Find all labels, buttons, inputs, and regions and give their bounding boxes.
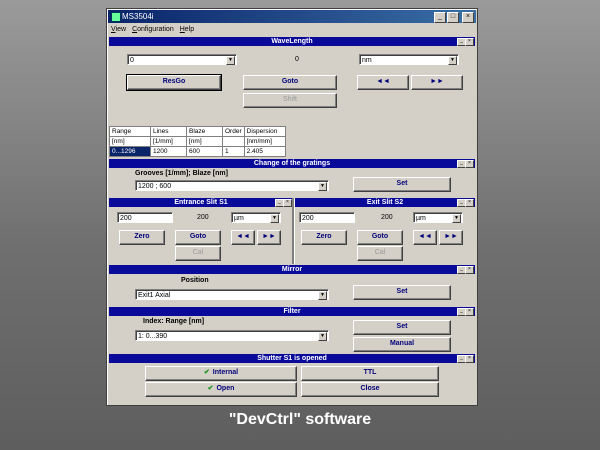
chevron-down-icon[interactable]: ▼	[318, 332, 327, 341]
grating-set-button[interactable]: Set	[353, 177, 451, 192]
wavelength-current-value: 0	[295, 56, 299, 63]
mirror-position-label: Position	[181, 277, 209, 284]
table-header-cell: Order	[222, 126, 245, 137]
entrance-slit-title: Entrance Slit S1	[109, 198, 293, 207]
table-cell[interactable]: 0...1296	[109, 146, 151, 157]
chevron-down-icon[interactable]: ▼	[318, 182, 327, 191]
entrance-rewind-button[interactable]: ◄◄	[231, 230, 255, 245]
checkmark-icon: ✔	[207, 385, 214, 392]
menu-view[interactable]: View	[111, 24, 126, 35]
entrance-slit-input[interactable]: 200	[117, 212, 173, 223]
wavelength-forward-button[interactable]: ►►	[411, 75, 463, 90]
shutter-title: Shutter S1 is opened	[109, 354, 475, 363]
entrance-zero-button[interactable]: Zero	[119, 230, 165, 245]
entrance-forward-button[interactable]: ►►	[257, 230, 281, 245]
exit-forward-button[interactable]: ►►	[439, 230, 463, 245]
filter-select[interactable]: 1: 0...390 ▼	[135, 330, 329, 341]
chevron-down-icon[interactable]: ▼	[452, 214, 461, 223]
minimize-button[interactable]: _	[434, 12, 446, 23]
menu-bar: View Configuration Help	[109, 24, 475, 35]
wavelength-rewind-button[interactable]: ◄◄	[357, 75, 409, 90]
shutter-internal-button[interactable]: ✔ Internal	[145, 366, 297, 381]
exit-slit-title: Exit Slit S2	[295, 198, 475, 207]
filter-panel: Filter _ × Index: Range [nm] 1: 0...390 …	[109, 307, 475, 355]
gratings-panel: Change of the gratings _ × Grooves [1/mm…	[109, 159, 475, 196]
table-cell[interactable]: 2.405	[243, 146, 286, 157]
panel-close-icon[interactable]: ×	[465, 355, 474, 363]
grooves-label: Grooves [1/mm]; Blaze [nm]	[135, 170, 228, 177]
panel-close-icon[interactable]: ×	[465, 308, 474, 316]
exit-slit-unit-select[interactable]: µm ▼	[413, 212, 463, 223]
menu-configuration[interactable]: Configuration	[132, 24, 174, 35]
window-title: MS3504i	[122, 12, 154, 21]
shift-button[interactable]: Shift	[243, 93, 337, 108]
panel-close-icon[interactable]: ×	[465, 160, 474, 168]
panel-close-icon[interactable]: ×	[465, 38, 474, 46]
shutter-open-button[interactable]: ✔ Open	[145, 382, 297, 397]
table-cell[interactable]: 1	[222, 146, 245, 157]
app-window: MS3504i _ □ × View Configuration Help Wa…	[106, 8, 478, 406]
table-unit-cell: [nm/mm]	[243, 136, 286, 147]
panel-close-icon[interactable]: ×	[465, 266, 474, 274]
wavelength-title: WaveLength	[109, 37, 475, 46]
mirror-position-select[interactable]: Exit1 Axial ▼	[135, 289, 329, 300]
table-row[interactable]: 0...1296 1200 600 1 2.405	[109, 146, 286, 157]
close-button[interactable]: ×	[462, 12, 474, 23]
wavelength-goto-button[interactable]: Goto	[243, 75, 337, 90]
mirror-panel: Mirror _ × Position Exit1 Axial ▼ Set	[109, 265, 475, 305]
wavelength-input[interactable]: 0 ▼	[127, 54, 237, 65]
wavelength-panel: WaveLength _ × 0 ▼ 0 nm ▼ ResGo Goto ◄◄ …	[109, 37, 475, 119]
resgo-button[interactable]: ResGo	[126, 74, 222, 91]
panel-close-icon[interactable]: ×	[283, 199, 292, 207]
shutter-panel: Shutter S1 is opened _ × ✔ Internal TTL ✔…	[109, 354, 475, 400]
entrance-slit-current-value: 200	[197, 214, 209, 221]
table-unit-cell: [nm]	[109, 136, 151, 147]
menu-help[interactable]: Help	[180, 24, 194, 35]
entrance-cal-button[interactable]: Cal	[175, 246, 221, 261]
slide-caption: "DevCtrl" software	[228, 411, 372, 428]
table-cell[interactable]: 1200	[150, 146, 187, 157]
table-header-cell: Lines	[150, 126, 187, 137]
panel-close-icon[interactable]: ×	[465, 199, 474, 207]
entrance-slit-panel: Entrance Slit S1 _ × 200 200 µm ▼ Zero G…	[109, 198, 293, 264]
chevron-down-icon[interactable]: ▼	[226, 56, 235, 65]
entrance-goto-button[interactable]: Goto	[175, 230, 221, 245]
table-header-cell: Range	[109, 126, 151, 137]
table-header-row: Range Lines Blaze Order Dispersion	[109, 126, 286, 137]
filter-manual-button[interactable]: Manual	[353, 337, 451, 352]
mirror-set-button[interactable]: Set	[353, 285, 451, 300]
grating-info-table: Range Lines Blaze Order Dispersion [nm] …	[109, 126, 286, 157]
chevron-down-icon[interactable]: ▼	[270, 214, 279, 223]
exit-slit-panel: Exit Slit S2 _ × 200 200 µm ▼ Zero Goto …	[295, 198, 475, 264]
table-units-row: [nm] [1/mm] [nm] [nm/mm]	[109, 136, 286, 147]
exit-slit-input[interactable]: 200	[299, 212, 355, 223]
app-icon	[111, 12, 121, 22]
table-unit-cell: [1/mm]	[150, 136, 187, 147]
entrance-slit-unit-select[interactable]: µm ▼	[231, 212, 281, 223]
table-header-cell: Dispersion	[243, 126, 286, 137]
chevron-down-icon[interactable]: ▼	[448, 56, 457, 65]
grating-select[interactable]: 1200 ; 600 ▼	[135, 180, 329, 191]
exit-cal-button[interactable]: Cal	[357, 246, 403, 261]
exit-rewind-button[interactable]: ◄◄	[413, 230, 437, 245]
filter-title: Filter	[109, 307, 475, 316]
title-bar[interactable]: MS3504i _ □ ×	[108, 10, 476, 23]
filter-index-label: Index: Range [nm]	[143, 318, 205, 325]
maximize-button[interactable]: □	[447, 12, 459, 23]
exit-slit-current-value: 200	[381, 214, 393, 221]
checkmark-icon: ✔	[203, 369, 210, 376]
exit-goto-button[interactable]: Goto	[357, 230, 403, 245]
shutter-ttl-button[interactable]: TTL	[301, 366, 439, 381]
table-cell[interactable]: 600	[186, 146, 223, 157]
filter-set-button[interactable]: Set	[353, 320, 451, 335]
table-header-cell: Blaze	[186, 126, 223, 137]
shutter-close-button[interactable]: Close	[301, 382, 439, 397]
wavelength-unit-select[interactable]: nm ▼	[359, 54, 459, 65]
table-unit-cell: [nm]	[186, 136, 223, 147]
table-unit-cell	[222, 136, 245, 147]
exit-zero-button[interactable]: Zero	[301, 230, 347, 245]
mirror-title: Mirror	[109, 265, 475, 274]
gratings-title: Change of the gratings	[109, 159, 475, 168]
chevron-down-icon[interactable]: ▼	[318, 291, 327, 300]
